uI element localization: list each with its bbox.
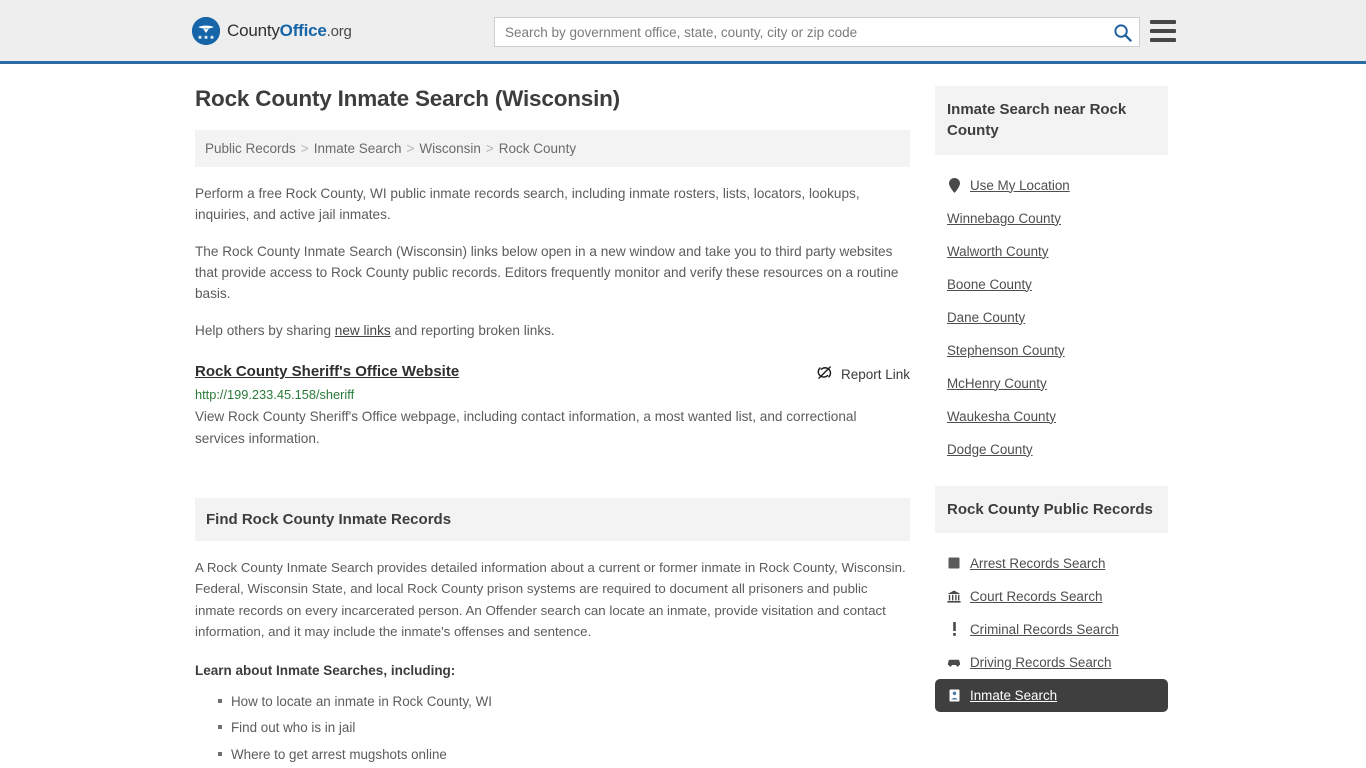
sidebar-link-label[interactable]: Criminal Records Search: [970, 622, 1119, 637]
sidebar-public-records-heading: Rock County Public Records: [935, 485, 1168, 533]
sidebar-nearby-box: Inmate Search near Rock County Use My Lo…: [935, 86, 1168, 466]
intro-paragraph: Perform a free Rock County, WI public in…: [195, 186, 860, 223]
sidebar-item-dane-county[interactable]: Dane County: [935, 301, 1168, 334]
sidebar: Inmate Search near Rock County Use My Lo…: [935, 86, 1168, 768]
sidebar-item-arrest-records-search[interactable]: Arrest Records Search: [935, 547, 1168, 580]
exclamation-icon: [947, 622, 961, 637]
breadcrumb-item-public-records[interactable]: Public Records: [205, 141, 296, 156]
search-bar[interactable]: [494, 17, 1140, 47]
site-logo[interactable]: CountyOffice.org: [192, 16, 352, 45]
secondary-paragraph: The Rock County Inmate Search (Wisconsin…: [195, 244, 899, 302]
broken-link-icon: [816, 364, 833, 384]
sidebar-nearby-list: Use My Location Winnebago County Walwort…: [935, 169, 1168, 466]
sidebar-item-driving-records-search[interactable]: Driving Records Search: [935, 646, 1168, 679]
new-links-link[interactable]: new links: [335, 323, 391, 338]
sidebar-item-use-my-location[interactable]: Use My Location: [935, 169, 1168, 202]
list-item: Where to get arrest mugshots online: [218, 745, 910, 765]
sidebar-public-records-list: Arrest Records Search Court Records Sear…: [935, 547, 1168, 712]
id-card-icon: [947, 689, 961, 702]
result-description: View Rock County Sheriff's Office webpag…: [195, 409, 857, 447]
breadcrumb-separator: >: [485, 141, 494, 156]
logo-text-org: .org: [326, 22, 352, 40]
search-input[interactable]: [495, 18, 1105, 46]
fingerprint-icon: [947, 557, 961, 569]
sidebar-item-boone-county[interactable]: Boone County: [935, 268, 1168, 301]
share-suffix: and reporting broken links.: [390, 323, 555, 339]
sidebar-link-label[interactable]: Waukesha County: [947, 409, 1056, 424]
sidebar-link-label[interactable]: Use My Location: [970, 178, 1070, 193]
sidebar-item-stephenson-county[interactable]: Stephenson County: [935, 334, 1168, 367]
sidebar-link-label[interactable]: Court Records Search: [970, 589, 1102, 604]
section-heading-find-records: Find Rock County Inmate Records: [195, 497, 910, 541]
share-prefix: Help others by sharing: [195, 323, 335, 339]
breadcrumb-separator: >: [300, 141, 309, 156]
sidebar-item-criminal-records-search[interactable]: Criminal Records Search: [935, 613, 1168, 646]
car-icon: [947, 657, 961, 667]
breadcrumb-separator: >: [406, 141, 415, 156]
breadcrumb-item-rock-county[interactable]: Rock County: [499, 141, 576, 156]
learn-about-heading: Learn about Inmate Searches, including:: [195, 663, 456, 678]
sidebar-nearby-heading: Inmate Search near Rock County: [935, 86, 1168, 155]
breadcrumb: Public Records > Inmate Search > Wisconsin > R…: [195, 130, 910, 167]
hamburger-menu-icon[interactable]: [1150, 20, 1176, 42]
list-item: Find out who is in jail: [218, 718, 910, 738]
search-button[interactable]: [1105, 18, 1139, 46]
learn-about-list: How to locate an inmate in Rock County, …: [195, 692, 910, 768]
sidebar-public-records-box: Rock County Public Records Arrest Record…: [935, 485, 1168, 712]
courthouse-icon: [947, 590, 961, 603]
report-link-label: Report Link: [840, 366, 910, 382]
sidebar-link-label[interactable]: Driving Records Search: [970, 655, 1111, 670]
result-url: http://199.233.45.158/sheriff: [195, 387, 355, 403]
sheriff-office-website-link[interactable]: Rock County Sheriff's Office Website: [195, 363, 459, 380]
page-title: Rock County Inmate Search (Wisconsin): [195, 86, 620, 111]
sidebar-link-label[interactable]: Inmate Search: [970, 688, 1057, 703]
eagle-shield-icon: [192, 16, 220, 45]
breadcrumb-item-wisconsin[interactable]: Wisconsin: [419, 141, 481, 156]
logo-wordmark: CountyOffice.org: [227, 21, 352, 41]
list-item: How to locate an inmate in Rock County, …: [218, 692, 910, 712]
sidebar-link-label[interactable]: Arrest Records Search: [970, 556, 1105, 571]
search-icon: [1113, 23, 1132, 42]
sidebar-link-label[interactable]: Dodge County: [947, 442, 1033, 457]
result-link-block: Rock County Sheriff's Office Website Rep…: [195, 363, 910, 450]
logo-text-county: County: [227, 20, 280, 40]
sidebar-item-inmate-search[interactable]: Inmate Search: [935, 678, 1168, 712]
site-header: CountyOffice.org: [0, 0, 1366, 64]
sidebar-item-mchenry-county[interactable]: McHenry County: [935, 367, 1168, 400]
logo-text-office: Office: [279, 20, 327, 40]
sidebar-item-waukesha-county[interactable]: Waukesha County: [935, 400, 1168, 433]
sidebar-item-court-records-search[interactable]: Court Records Search: [935, 580, 1168, 613]
sidebar-link-label[interactable]: Boone County: [947, 277, 1032, 292]
sidebar-link-label[interactable]: Stephenson County: [947, 343, 1065, 358]
sidebar-item-walworth-county[interactable]: Walworth County: [935, 235, 1168, 268]
sidebar-link-label[interactable]: Winnebago County: [947, 211, 1061, 226]
main-content: Rock County Inmate Search (Wisconsin) Pu…: [195, 86, 910, 768]
report-link-button[interactable]: Report Link: [816, 364, 910, 384]
breadcrumb-item-inmate-search[interactable]: Inmate Search: [314, 141, 402, 156]
sidebar-link-label[interactable]: Walworth County: [947, 244, 1048, 259]
section-body-text: A Rock County Inmate Search provides det…: [195, 559, 906, 640]
map-pin-icon: [947, 177, 961, 193]
sidebar-link-label[interactable]: Dane County: [947, 310, 1025, 325]
sidebar-item-winnebago-county[interactable]: Winnebago County: [935, 202, 1168, 235]
sidebar-item-dodge-county[interactable]: Dodge County: [935, 433, 1168, 466]
share-paragraph: Help others by sharing new links and rep…: [195, 320, 910, 341]
page-body: Rock County Inmate Search (Wisconsin) Pu…: [0, 64, 1366, 768]
sidebar-link-label[interactable]: McHenry County: [947, 376, 1047, 391]
